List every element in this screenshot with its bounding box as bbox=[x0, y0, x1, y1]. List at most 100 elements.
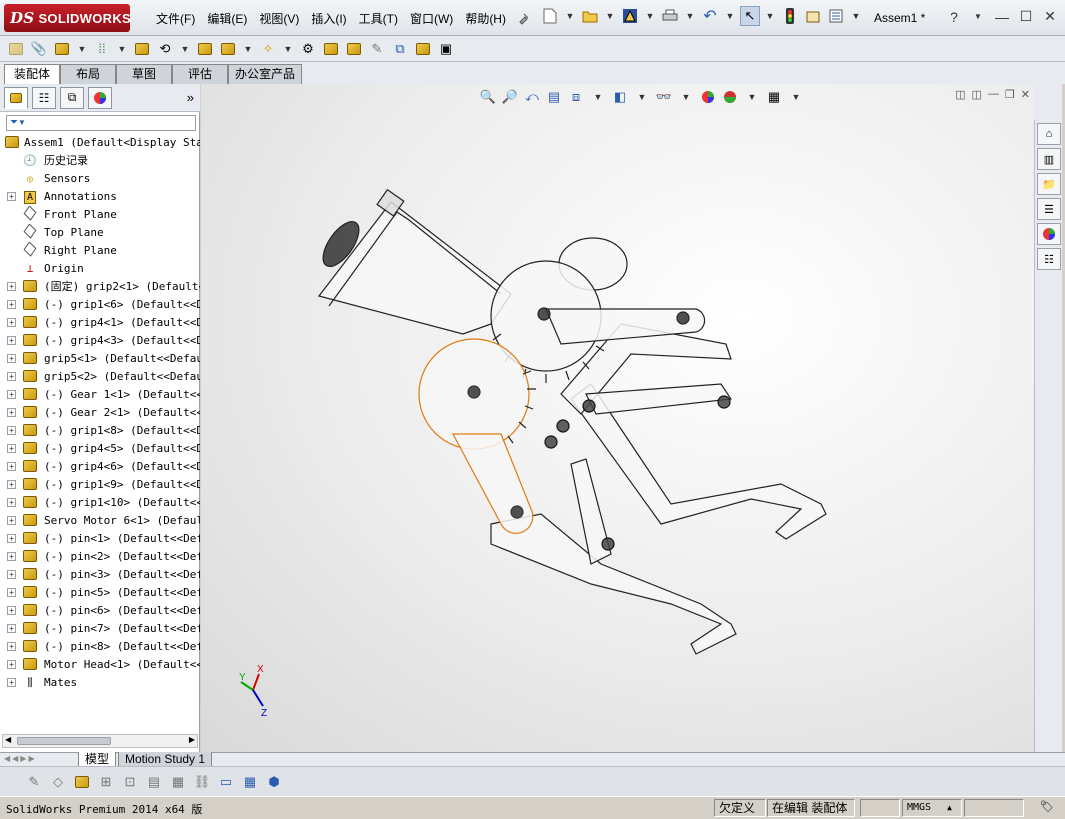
expand-toggle-icon[interactable]: + bbox=[7, 444, 16, 453]
tab-motion-study-1[interactable]: Motion Study 1 bbox=[118, 752, 213, 767]
tree-item[interactable]: + (-) Gear 2<1> (Default<<De bbox=[0, 404, 200, 422]
instant3d-icon[interactable]: ▣ bbox=[436, 39, 456, 59]
chevron-down-icon[interactable]: ▼ bbox=[563, 6, 577, 26]
rebuild-icon[interactable] bbox=[780, 6, 800, 26]
menu-item-5[interactable]: 窗口(W) bbox=[404, 10, 459, 28]
chevron-down-icon[interactable]: ▼ bbox=[281, 39, 295, 59]
help-dropdown-icon[interactable]: ▼ bbox=[969, 12, 987, 21]
tree-item[interactable]: + (-) pin<7> (Default<<Defau bbox=[0, 620, 200, 638]
scrollbar-thumb[interactable] bbox=[17, 737, 111, 745]
expand-toggle-icon[interactable]: + bbox=[7, 660, 16, 669]
tree-item[interactable]: ⊥ Origin bbox=[0, 260, 200, 278]
new-document-icon[interactable] bbox=[540, 6, 560, 26]
scroll-right-icon[interactable]: ▶ bbox=[189, 735, 195, 744]
expand-toggle-icon[interactable]: + bbox=[7, 354, 16, 363]
expand-toggle-icon[interactable]: + bbox=[7, 318, 16, 327]
close-icon[interactable]: ✕ bbox=[1041, 8, 1059, 25]
expand-toggle-icon[interactable]: + bbox=[7, 408, 16, 417]
solidworks-logo[interactable]: DS SOLIDWORKS bbox=[4, 4, 131, 32]
options-icon[interactable] bbox=[826, 6, 846, 26]
menu-item-3[interactable]: 插入(I) bbox=[305, 10, 352, 28]
expand-toggle-icon[interactable]: + bbox=[7, 390, 16, 399]
help-icon[interactable]: ? bbox=[945, 9, 963, 25]
assembly-feature-icon[interactable]: ▦ bbox=[168, 772, 188, 792]
tree-item[interactable]: + (-) grip4<1> (Default<<Defa bbox=[0, 314, 200, 332]
chevron-down-icon[interactable]: ▼ bbox=[178, 39, 192, 59]
tree-item[interactable]: Right Plane bbox=[0, 242, 200, 260]
sketch-icon[interactable]: ✎ bbox=[24, 772, 44, 792]
tree-item[interactable]: + (-) grip4<5> (Default<<Def bbox=[0, 440, 200, 458]
mate-icon[interactable]: 📎 bbox=[29, 39, 49, 59]
expand-toggle-icon[interactable]: + bbox=[7, 426, 16, 435]
suppress-icon[interactable]: ▤ bbox=[144, 772, 164, 792]
tab-sketch[interactable]: 草图 bbox=[116, 64, 172, 84]
tree-item[interactable]: ◎ Sensors bbox=[0, 170, 200, 188]
move-component-icon[interactable]: ⟲ bbox=[155, 39, 175, 59]
chevron-down-icon[interactable]: ▼ bbox=[241, 39, 255, 59]
expand-toggle-icon[interactable]: + bbox=[7, 300, 16, 309]
chevron-down-icon[interactable]: ▼ bbox=[763, 6, 777, 26]
tree-item[interactable]: + (-) pin<6> (Default<<Defau bbox=[0, 602, 200, 620]
tree-item[interactable]: + (-) grip1<6> (Default<<Defa bbox=[0, 296, 200, 314]
tree-item[interactable]: + (-) grip4<3> (Default<<Defa bbox=[0, 332, 200, 350]
explode-line-sketch-icon[interactable]: ✎ bbox=[367, 39, 387, 59]
tree-item[interactable]: + (-) pin<5> (Default<<Defau bbox=[0, 584, 200, 602]
tree-filter-input[interactable]: ⏷▼ bbox=[6, 115, 196, 131]
tree-item[interactable]: Top Plane bbox=[0, 224, 200, 242]
tree-item[interactable]: Front Plane bbox=[0, 206, 200, 224]
expand-toggle-icon[interactable]: + bbox=[7, 480, 16, 489]
graphics-viewport[interactable]: 🔍 🔎 ⤺ ▤ ⧈ ▼ ◧ ▼ 👓 ▼ ▼ ▦ ▼ ◫ ◫ — ❐ ✕ X Y … bbox=[201, 84, 1034, 752]
menu-item-0[interactable]: 文件(F) bbox=[150, 10, 201, 28]
menu-item-1[interactable]: 编辑(E) bbox=[201, 10, 253, 28]
menu-item-6[interactable]: 帮助(H) bbox=[459, 10, 512, 28]
expand-toggle-icon[interactable]: + bbox=[7, 462, 16, 471]
mate-reference-icon[interactable]: ⊡ bbox=[120, 772, 140, 792]
design-library-icon[interactable]: ▥ bbox=[1037, 148, 1061, 170]
tree-item[interactable]: + (-) pin<3> (Default<<Defau bbox=[0, 566, 200, 584]
tab-layout[interactable]: 布局 bbox=[60, 64, 116, 84]
link-values-icon[interactable]: ⛓ bbox=[192, 772, 212, 792]
menu-item-4[interactable]: 工具(T) bbox=[353, 10, 404, 28]
open-folder-icon[interactable] bbox=[580, 6, 600, 26]
exploded-view-icon[interactable] bbox=[344, 39, 364, 59]
status-tag-icon[interactable]: 🏷 bbox=[1040, 800, 1054, 813]
expand-toggle-icon[interactable]: + bbox=[7, 642, 16, 651]
tree-item[interactable]: 🕘 历史记录 bbox=[0, 152, 200, 170]
expand-toggle-icon[interactable]: + bbox=[7, 192, 16, 201]
file-explorer-icon[interactable]: 📁 bbox=[1037, 173, 1061, 195]
select-cursor-icon[interactable]: ↖ bbox=[740, 6, 760, 26]
tab-office-products[interactable]: 办公室产品 bbox=[228, 64, 302, 84]
print-icon[interactable] bbox=[660, 6, 680, 26]
configuration-manager-tab[interactable]: ⧉ bbox=[60, 86, 84, 109]
tree-item[interactable]: + (-) grip1<9> (Default<<Def bbox=[0, 476, 200, 494]
chevron-down-icon[interactable]: ▼ bbox=[603, 6, 617, 26]
insert-part-icon[interactable]: ⊞ bbox=[96, 772, 116, 792]
pin-icon[interactable] bbox=[516, 10, 532, 26]
table-icon[interactable]: ▦ bbox=[240, 772, 260, 792]
expand-toggle-icon[interactable]: + bbox=[7, 588, 16, 597]
tree-item[interactable]: + grip5<1> (Default<<Default bbox=[0, 350, 200, 368]
expand-toggle-icon[interactable]: + bbox=[7, 606, 16, 615]
chevron-down-icon[interactable]: ▼ bbox=[75, 39, 89, 59]
expand-toggle-icon[interactable]: + bbox=[7, 282, 16, 291]
smart-dimension-icon[interactable]: ◇ bbox=[48, 772, 68, 792]
window-layout-icon[interactable]: ▭ bbox=[216, 772, 236, 792]
menu-item-2[interactable]: 视图(V) bbox=[253, 10, 305, 28]
chevron-down-icon[interactable]: ▼ bbox=[849, 6, 863, 26]
expand-toggle-icon[interactable]: + bbox=[7, 624, 16, 633]
servo-motor[interactable] bbox=[316, 188, 512, 335]
grip-arm-lower[interactable] bbox=[490, 513, 737, 655]
tree-item[interactable]: + (-) grip4<6> (Default<<Def bbox=[0, 458, 200, 476]
minimize-icon[interactable]: — bbox=[993, 9, 1011, 25]
reference-geometry-icon[interactable]: ✧ bbox=[258, 39, 278, 59]
assembly-features-icon[interactable] bbox=[218, 39, 238, 59]
chevron-down-icon[interactable]: ▼ bbox=[723, 6, 737, 26]
appearances-icon[interactable] bbox=[1037, 223, 1061, 245]
tree-item[interactable]: + (-) Gear 1<1> (Default<<De bbox=[0, 386, 200, 404]
chevron-down-icon[interactable]: ▼ bbox=[643, 6, 657, 26]
expand-toggle-icon[interactable]: + bbox=[7, 678, 16, 687]
save-icon[interactable] bbox=[620, 6, 640, 26]
insert-component-icon[interactable] bbox=[6, 39, 26, 59]
more-tabs-icon[interactable]: » bbox=[187, 90, 194, 105]
status-units[interactable]: MMGS ▲ bbox=[902, 799, 962, 817]
